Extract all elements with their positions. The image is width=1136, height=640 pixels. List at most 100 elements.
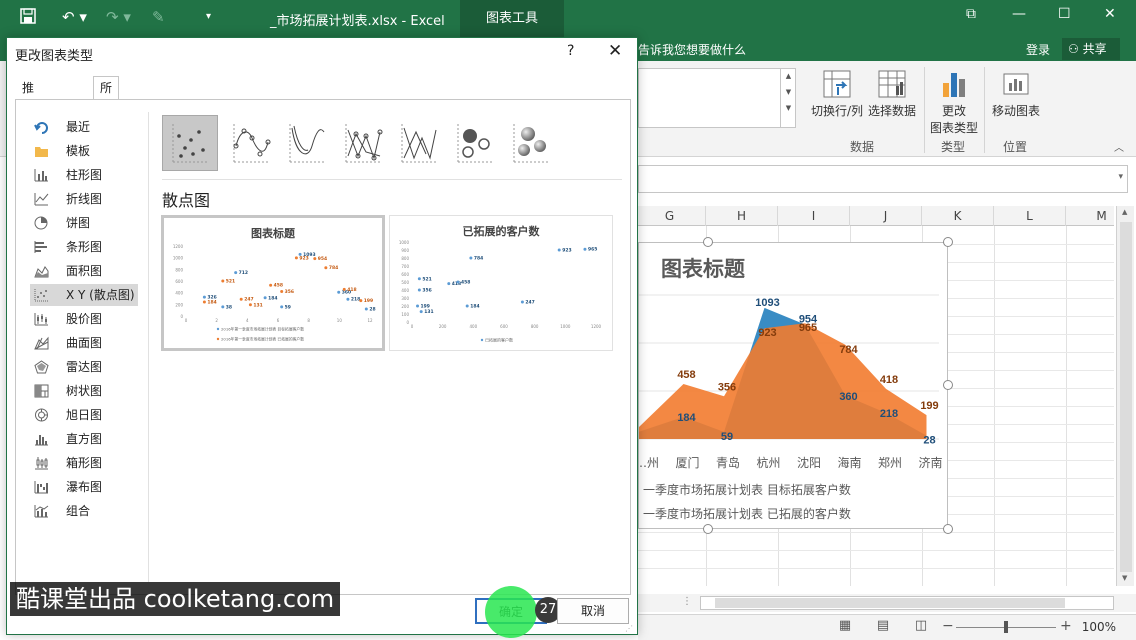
close-window-icon[interactable]: ✕: [1104, 6, 1116, 22]
nav-item-combo[interactable]: 组合: [30, 500, 138, 522]
zoom-slider-knob[interactable]: [1004, 621, 1008, 633]
nav-item-surface[interactable]: 曲面图: [30, 332, 138, 354]
chart-resize-handle[interactable]: [943, 237, 953, 247]
x-tick-label: 0: [185, 318, 188, 323]
customize-toolbar-icon[interactable]: ▾: [206, 11, 211, 22]
maximize-icon[interactable]: ☐: [1058, 6, 1071, 22]
nav-item-recent[interactable]: 最近: [30, 116, 138, 138]
preview-scatter-actual-series[interactable]: 已拓展的客户数 1000 900 800 700 600 500 400 300 200 100 0…: [389, 215, 613, 351]
scroll-down-arrow-icon[interactable]: ▼: [1122, 574, 1127, 582]
nav-item-area[interactable]: 面积图: [30, 260, 138, 282]
ribbon-display-icon[interactable]: ⧉: [966, 6, 976, 22]
undo-icon[interactable]: ↶ ▾: [62, 8, 87, 26]
preview-scatter-both-series[interactable]: 图表标题 1200 1000 800 600 400 200 0 0 2 4 6 8 10 12 326 71…: [161, 215, 385, 351]
login-link[interactable]: 登录: [1026, 41, 1050, 58]
data-label: 458: [274, 283, 283, 289]
x-tick-label: 6: [277, 318, 280, 323]
data-label: 131: [424, 309, 433, 315]
change-chart-type-button[interactable]: 更改 图表类型: [928, 69, 980, 136]
cancel-button[interactable]: 取消: [557, 598, 629, 624]
nav-item-waterfall[interactable]: 瀑布图: [30, 476, 138, 498]
column-header[interactable]: J: [850, 206, 922, 226]
y-tick-label: 800: [175, 267, 183, 272]
subtype-3d-bubble[interactable]: [503, 115, 559, 171]
move-chart-button[interactable]: 移动图表: [988, 69, 1044, 119]
switch-row-column-button[interactable]: 切换行/列: [808, 69, 866, 119]
embedded-chart[interactable]: 184 59 1093 954 360 218 28 458 356 923 965 784 418 19…: [638, 242, 948, 529]
y-tick-label: 0: [180, 314, 183, 319]
page-break-view-icon[interactable]: ◫: [910, 618, 932, 638]
data-label: 28: [923, 435, 935, 447]
horizontal-scroll-thumb[interactable]: [715, 598, 1065, 608]
format-painter-icon[interactable]: ✎: [152, 8, 165, 26]
subtype-scatter-smooth-lines[interactable]: [279, 115, 335, 171]
legend-entry-actual[interactable]: 一季度市场拓展计划表 已拓展的客户数: [643, 505, 851, 522]
column-header[interactable]: L: [994, 206, 1066, 226]
column-header[interactable]: I: [778, 206, 850, 226]
more-styles-icon[interactable]: ▼: [781, 104, 796, 112]
x-tick-label: 12: [367, 318, 373, 323]
chart-title[interactable]: 图表标题: [661, 253, 745, 283]
subtype-scatter-smooth-markers[interactable]: [223, 115, 279, 171]
expand-formula-bar-icon[interactable]: ▾: [1118, 172, 1123, 182]
nav-item-column[interactable]: 柱形图: [30, 164, 138, 186]
subtype-bubble[interactable]: [447, 115, 503, 171]
nav-item-pie[interactable]: 饼图: [30, 212, 138, 234]
horizontal-scrollbar[interactable]: [700, 596, 1114, 610]
scroll-up-icon[interactable]: ▲: [781, 72, 796, 80]
formula-bar[interactable]: ▾: [638, 165, 1128, 193]
scroll-down-icon[interactable]: ▼: [781, 88, 796, 96]
collapse-ribbon-icon[interactable]: ︿: [1114, 139, 1124, 154]
scatter-point-actual: [239, 297, 243, 301]
zoom-out-icon[interactable]: −: [942, 618, 954, 634]
column-header[interactable]: G: [634, 206, 706, 226]
scatter-point-target: [364, 307, 368, 311]
chart-resize-handle[interactable]: [703, 237, 713, 247]
chart-resize-handle[interactable]: [943, 380, 953, 390]
resize-grip-icon[interactable]: ⋰: [625, 624, 633, 633]
nav-item-stock[interactable]: 股价图: [30, 308, 138, 330]
nav-item-templates[interactable]: 模板: [30, 140, 138, 162]
scroll-up-arrow-icon[interactable]: ▲: [1122, 208, 1127, 216]
help-button[interactable]: ?: [567, 43, 574, 59]
nav-item-histogram[interactable]: 直方图: [30, 428, 138, 450]
redo-icon[interactable]: ↷ ▾: [106, 8, 131, 26]
zoom-level[interactable]: 100%: [1082, 620, 1116, 634]
scatter-point: [456, 280, 460, 284]
chart-resize-handle[interactable]: [943, 524, 953, 534]
nav-item-treemap[interactable]: 树状图: [30, 380, 138, 402]
chart-styles-scroll[interactable]: ▲ ▼ ▼: [780, 68, 796, 128]
select-data-button[interactable]: 选择数据: [866, 69, 918, 119]
chart-styles-gallery[interactable]: [638, 68, 796, 128]
nav-item-bar[interactable]: 条形图: [30, 236, 138, 258]
subtype-scatter-straight-markers[interactable]: [335, 115, 391, 171]
zoom-slider[interactable]: [956, 621, 1056, 633]
save-icon[interactable]: [20, 8, 36, 28]
tab-recommended-charts[interactable]: 推荐的图表: [15, 76, 41, 183]
nav-item-radar[interactable]: 雷达图: [30, 356, 138, 378]
nav-item-xy-scatter[interactable]: X Y (散点图): [30, 284, 138, 306]
nav-item-sunburst[interactable]: 旭日图: [30, 404, 138, 426]
scatter-straight-markers-icon: [345, 124, 383, 163]
legend-entry-target[interactable]: 一季度市场拓展计划表 目标拓展客户数: [643, 481, 851, 498]
vertical-scrollbar[interactable]: ▲ ▼: [1116, 206, 1134, 586]
column-header[interactable]: K: [922, 206, 994, 226]
nav-item-line[interactable]: 折线图: [30, 188, 138, 210]
scroll-thumb[interactable]: [1120, 222, 1132, 572]
zoom-in-icon[interactable]: +: [1060, 618, 1072, 634]
column-header[interactable]: H: [706, 206, 778, 226]
page-layout-view-icon[interactable]: ▤: [872, 618, 894, 638]
minimize-icon[interactable]: —: [1012, 6, 1026, 22]
nav-item-box-whisker[interactable]: 箱形图: [30, 452, 138, 474]
share-button[interactable]: ⚇ 共享: [1062, 38, 1120, 60]
subtype-scatter-straight-lines[interactable]: [391, 115, 447, 171]
tell-me-box[interactable]: 告诉我您想要做什么: [638, 41, 746, 58]
tab-all-charts[interactable]: 所有图表: [93, 76, 120, 161]
normal-view-icon[interactable]: ▦: [834, 618, 856, 638]
data-label: 784: [329, 265, 338, 271]
subtype-scatter[interactable]: [162, 115, 218, 171]
tab-split-icon[interactable]: ⋮: [682, 596, 692, 607]
close-icon[interactable]: ✕: [608, 41, 622, 61]
chart-resize-handle[interactable]: [703, 524, 713, 534]
chart-tools-context-tab[interactable]: 图表工具: [460, 0, 564, 37]
